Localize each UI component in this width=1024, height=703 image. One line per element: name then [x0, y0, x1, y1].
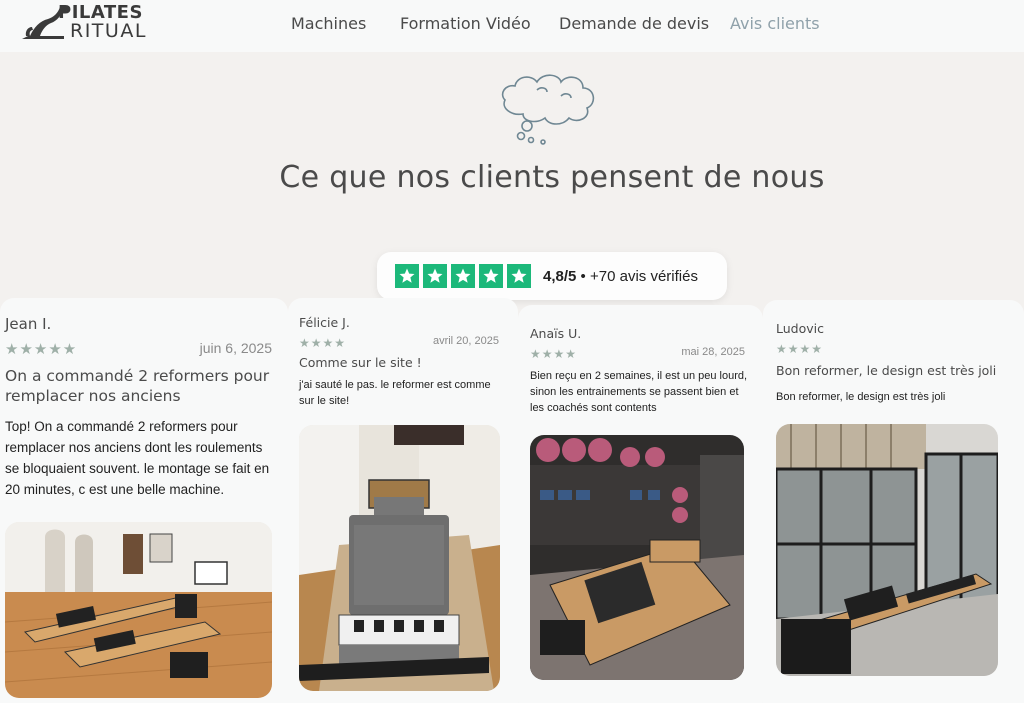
review-stars: ★★★★	[776, 342, 824, 356]
rating-score: 4,8/5	[543, 267, 577, 285]
nav-formation-video[interactable]: Formation Vidéo	[400, 14, 531, 33]
review-title: Comme sur le site !	[299, 355, 422, 370]
rating-count: +70 avis vérifiés	[589, 267, 698, 285]
review-text: j'ai sauté le pas. le reformer est comme…	[299, 379, 491, 407]
nav-avis-clients[interactable]: Avis clients	[730, 14, 820, 33]
rating-separator: •	[580, 267, 586, 285]
review-text: Bien reçu en 2 semaines, il est un peu l…	[530, 370, 748, 414]
site-header: PILATES RITUAL Machines Formation Vidéo …	[0, 0, 1024, 52]
review-card[interactable]: Félicie J. ★★★★ avril 20, 2025 Comme sur…	[288, 298, 518, 703]
reformer-window-photo[interactable]	[776, 424, 998, 676]
review-card[interactable]: Ludovic ★★★★ Bon reformer, le design est…	[763, 300, 1024, 703]
reformer-gym-photo[interactable]	[530, 435, 744, 680]
review-stars: ★★★★★	[5, 341, 78, 358]
review-date: avril 20, 2025	[432, 335, 499, 347]
reformer-unboxed-photo-icon	[299, 425, 500, 691]
review-author: Ludovic	[776, 321, 824, 336]
review-date: mai 28, 2025	[681, 346, 745, 358]
brand-logo[interactable]: PILATES RITUAL	[20, 2, 150, 42]
review-card[interactable]: Jean I. ★★★★★ juin 6, 2025 On a commandé…	[0, 298, 288, 703]
review-title: On a commandé 2 reformers pour remplacer…	[5, 367, 270, 406]
review-title: Bon reformer, le design est très joli	[776, 363, 997, 378]
trustpilot-stars	[395, 264, 531, 288]
review-date: juin 6, 2025	[199, 340, 272, 356]
review-card[interactable]: Anaïs U. ★★★★ mai 28, 2025 Bien reçu en …	[518, 305, 763, 703]
thought-cloud-icon	[501, 74, 595, 145]
reformer-studio-photo-icon	[5, 522, 272, 698]
review-text: Top! On a commandé 2 reformers pour remp…	[5, 419, 270, 497]
review-text: Bon reformer, le design est très joli	[776, 391, 946, 403]
star-icon	[451, 264, 475, 288]
reformer-unboxed-photo[interactable]	[299, 425, 500, 691]
star-icon	[395, 264, 419, 288]
review-stars: ★★★★	[299, 336, 347, 350]
rating-summary: 4,8/5 • +70 avis vérifiés	[543, 268, 698, 285]
nav-demande-de-devis[interactable]: Demande de devis	[559, 14, 709, 33]
page-title: Ce que nos clients pensent de nous	[279, 160, 825, 195]
reformer-window-photo-icon	[776, 424, 998, 676]
star-icon	[479, 264, 503, 288]
review-author: Jean I.	[5, 315, 52, 333]
review-author: Félicie J.	[299, 315, 350, 330]
reformer-gym-photo-icon	[530, 435, 744, 680]
reformer-studio-photo[interactable]	[5, 522, 272, 698]
trustpilot-rating-badge[interactable]: 4,8/5 • +70 avis vérifiés	[377, 252, 727, 300]
review-stars: ★★★★	[530, 347, 578, 361]
star-icon	[507, 264, 531, 288]
nav-machines[interactable]: Machines	[291, 14, 366, 33]
star-icon	[423, 264, 447, 288]
review-author: Anaïs U.	[530, 326, 582, 341]
brand-name-line2: RITUAL	[70, 20, 147, 42]
